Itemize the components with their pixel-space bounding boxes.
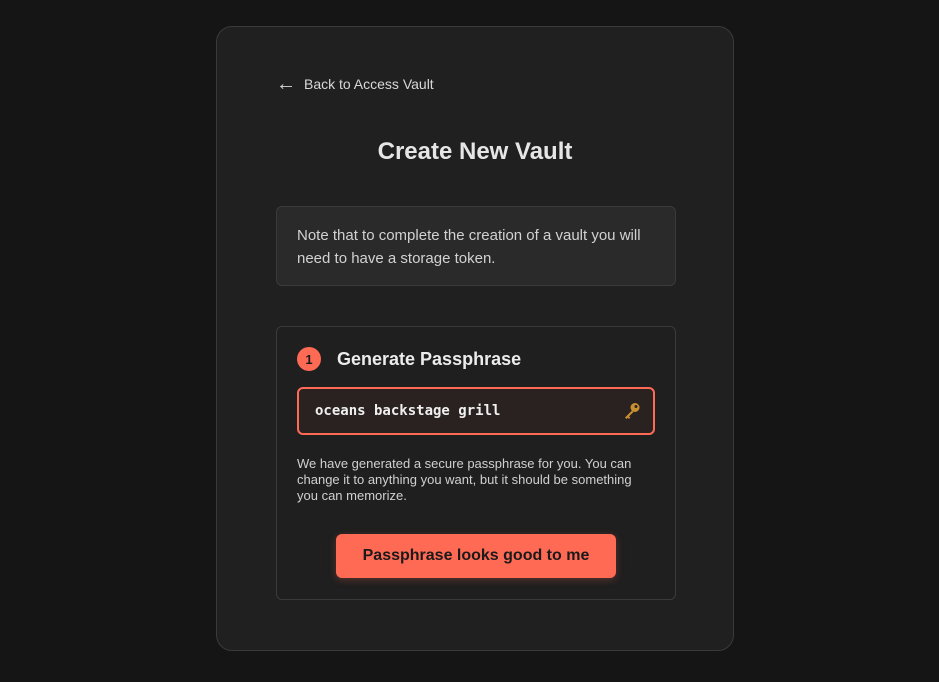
back-to-access-vault-link[interactable]: ← Back to Access Vault (276, 73, 434, 95)
confirm-passphrase-button[interactable]: Passphrase looks good to me (336, 534, 616, 578)
step-title: Generate Passphrase (337, 348, 522, 369)
page-title: Create New Vault (377, 138, 573, 165)
back-link-label: Back to Access Vault (304, 76, 434, 92)
arrow-left-icon: ← (276, 73, 296, 95)
storage-token-note: Note that to complete the creation of a … (276, 206, 676, 286)
step-header: 1 Generate Passphrase (297, 347, 521, 371)
passphrase-help-text: We have generated a secure passphrase fo… (297, 456, 632, 503)
passphrase-field[interactable] (297, 387, 655, 435)
generate-passphrase-step: 1 Generate Passphrase We have generated … (276, 326, 676, 600)
create-vault-card: ← Back to Access Vault Create New Vault … (216, 26, 734, 651)
step-number-badge: 1 (297, 347, 321, 371)
passphrase-input[interactable] (315, 403, 621, 419)
key-icon (621, 400, 643, 422)
